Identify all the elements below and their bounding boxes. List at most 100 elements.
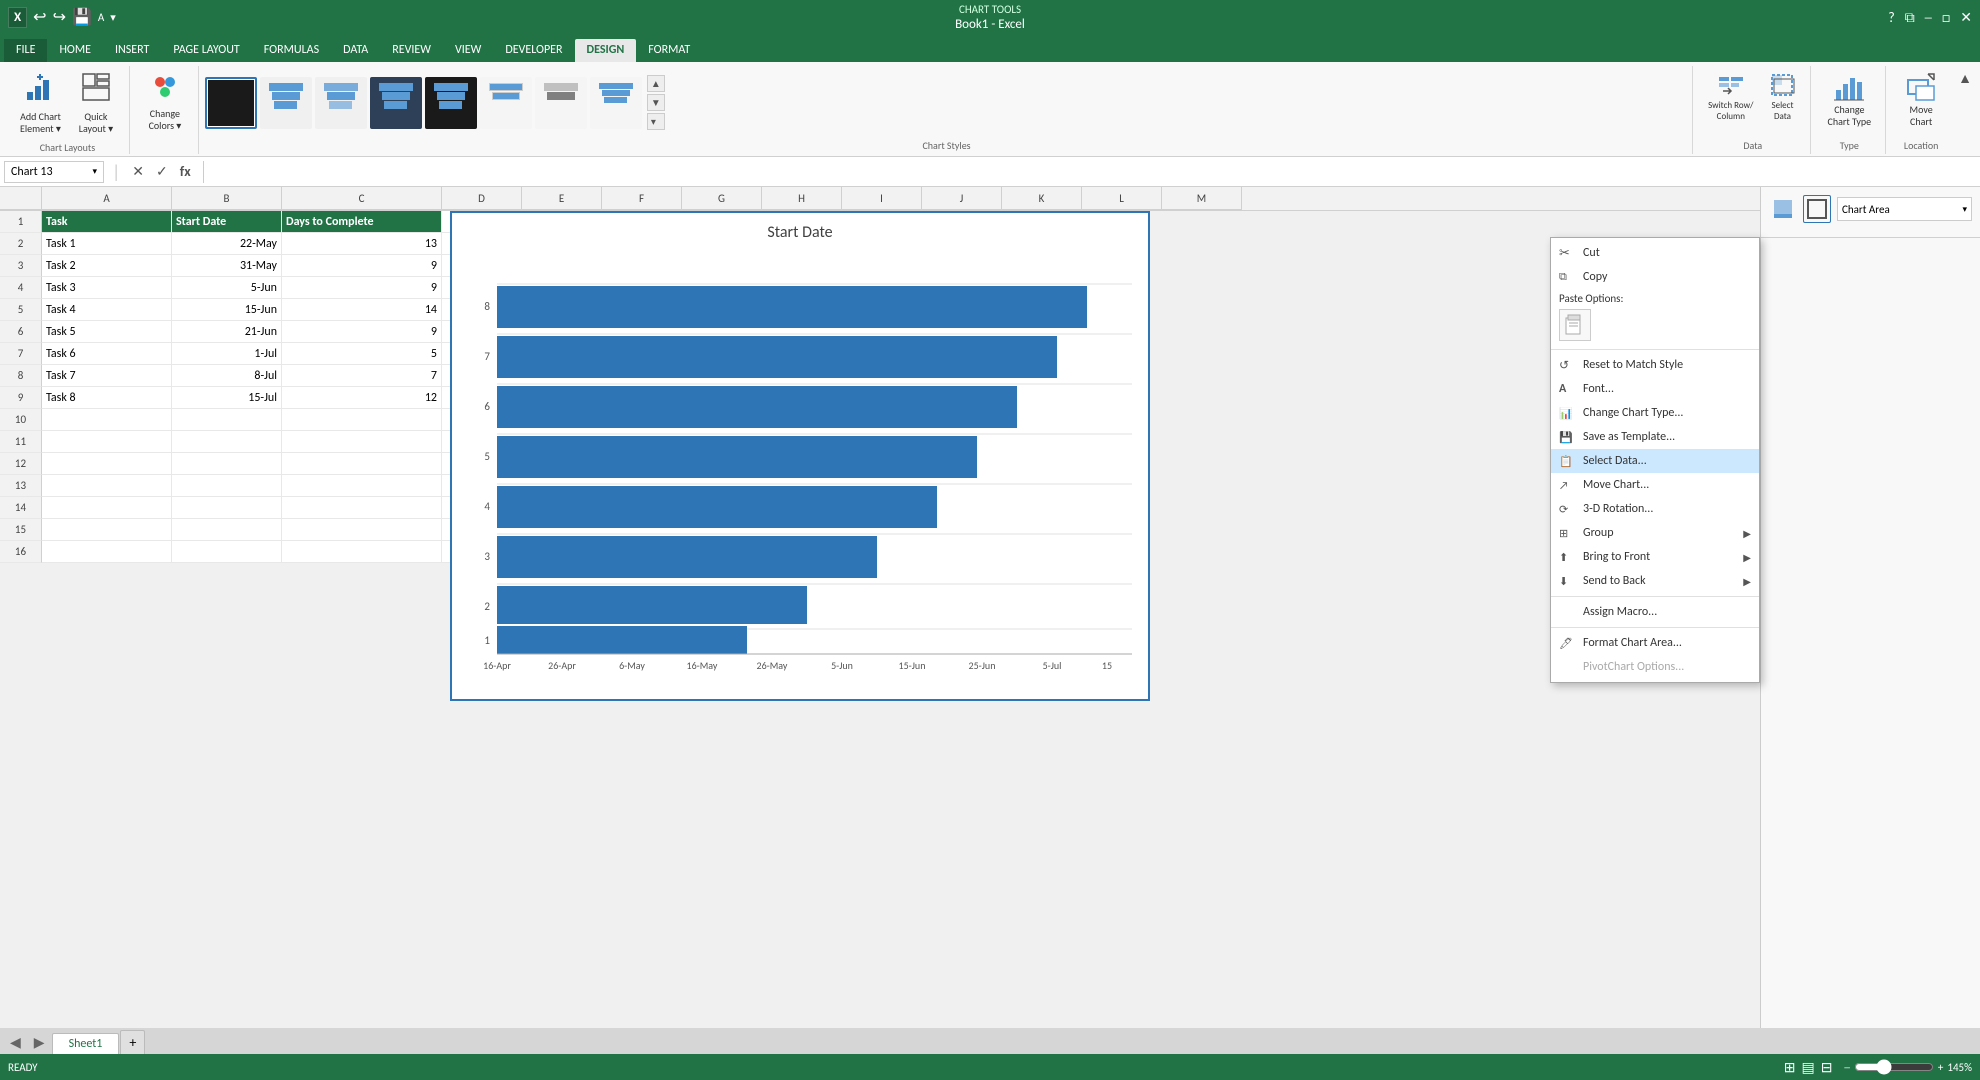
ctx-item-group[interactable]: ⊞ Group ▶ [1551,521,1759,545]
cell-c8[interactable]: 7 [282,365,442,387]
tab-view[interactable]: VIEW [443,39,493,62]
change-colors-button[interactable]: ChangeColors ▾ [140,68,190,136]
ctx-item-reset-style[interactable]: ↺ Reset to Match Style [1551,353,1759,377]
ctx-item-font[interactable]: A Font... [1551,377,1759,401]
cell-c3[interactable]: 9 [282,255,442,277]
cell-a8[interactable]: Task 7 [42,365,172,387]
col-header-b[interactable]: B [172,187,282,210]
cell-a3[interactable]: Task 2 [42,255,172,277]
ctx-item-send-to-back[interactable]: ⬇ Send to Back ▶ [1551,569,1759,593]
tab-insert[interactable]: INSERT [103,39,161,62]
row-header-4[interactable]: 4 [0,277,42,299]
cell-a7[interactable]: Task 6 [42,343,172,365]
cell-b3[interactable]: 31-May [172,255,282,277]
col-header-l[interactable]: L [1082,187,1162,210]
zoom-out-icon[interactable]: ─ [1844,1061,1850,1074]
cell-b9[interactable]: 15-Jul [172,387,282,409]
cell-c2[interactable]: 13 [282,233,442,255]
cell-a9[interactable]: Task 8 [42,387,172,409]
col-header-d[interactable]: D [442,187,522,210]
sheet-nav-left[interactable]: ◀ [4,1031,27,1054]
add-sheet-button[interactable]: + [120,1030,145,1054]
row-header-10[interactable]: 10 [0,409,42,431]
fill-icon-btn[interactable] [1769,195,1797,223]
switch-row-col-button[interactable]: Switch Row/Column [1703,68,1758,126]
col-header-m[interactable]: M [1162,187,1242,210]
normal-view-icon[interactable]: ▤ [1801,1059,1814,1076]
tab-file[interactable]: FILE [4,39,47,62]
zoom-level[interactable]: 145% [1947,1061,1972,1074]
row-header-2[interactable]: 2 [0,233,42,255]
ctx-item-copy[interactable]: ⧉ Copy [1551,265,1759,289]
ctx-item-cut[interactable]: ✂ Cut [1551,241,1759,265]
cell-c1[interactable]: Days to Complete [282,211,442,233]
row-header-6[interactable]: 6 [0,321,42,343]
page-layout-view-icon[interactable]: ⊞ [1784,1059,1796,1076]
tab-page-layout[interactable]: PAGE LAYOUT [161,39,251,62]
ctx-item-assign-macro[interactable]: Assign Macro... [1551,600,1759,624]
ctx-item-change-chart-type[interactable]: 📊 Change Chart Type... [1551,401,1759,425]
row-header-7[interactable]: 7 [0,343,42,365]
cell-b7[interactable]: 1-Jul [172,343,282,365]
tab-design[interactable]: DESIGN [575,39,637,62]
ctx-paste-icon-1[interactable] [1559,309,1591,341]
col-header-e[interactable]: E [522,187,602,210]
ctx-item-pivotchart[interactable]: PivotChart Options... [1551,655,1759,679]
insert-function-btn[interactable]: fx [176,161,195,182]
col-header-k[interactable]: K [1002,187,1082,210]
col-header-h[interactable]: H [762,187,842,210]
page-break-view-icon[interactable]: ⊟ [1821,1059,1833,1076]
tab-developer[interactable]: DEVELOPER [493,39,574,62]
zoom-slider[interactable] [1854,1059,1934,1075]
style-swatch-6[interactable] [480,77,532,129]
style-swatch-4[interactable] [370,77,422,129]
tab-formulas[interactable]: FORMULAS [252,39,331,62]
style-swatch-3[interactable] [315,77,367,129]
row-header-9[interactable]: 9 [0,387,42,409]
row-header-5[interactable]: 5 [0,299,42,321]
ribbon-collapse[interactable]: ▲ [1956,66,1974,154]
help-icon[interactable]: ? [1888,9,1895,26]
col-header-c[interactable]: C [282,187,442,210]
cell-b8[interactable]: 8-Jul [172,365,282,387]
row-header-14[interactable]: 14 [0,497,42,519]
col-header-i[interactable]: I [842,187,922,210]
style-swatch-7[interactable] [535,77,587,129]
cell-c4[interactable]: 9 [282,277,442,299]
cell-b4[interactable]: 5-Jun [172,277,282,299]
styles-scroll-more[interactable]: ▾ [647,113,665,130]
cell-a5[interactable]: Task 4 [42,299,172,321]
styles-scroll-down[interactable]: ▼ [647,94,665,111]
row-header-1[interactable]: 1 [0,211,42,233]
style-swatch-1[interactable] [205,77,257,129]
cell-b2[interactable]: 22-May [172,233,282,255]
add-chart-element-button[interactable]: Add ChartElement ▾ [14,68,67,139]
row-header-15[interactable]: 15 [0,519,42,541]
minimize-icon[interactable]: ─ [1925,9,1932,26]
cell-c6[interactable]: 9 [282,321,442,343]
tab-data[interactable]: DATA [331,39,380,62]
qat-dropdown[interactable]: ▾ [110,11,116,24]
row-header-13[interactable]: 13 [0,475,42,497]
cancel-formula-btn[interactable]: ✕ [128,161,148,182]
redo-icon[interactable]: ↪ [53,7,66,27]
style-swatch-5[interactable] [425,77,477,129]
style-swatch-8[interactable] [590,77,642,129]
tab-format[interactable]: FORMAT [636,39,702,62]
col-header-f[interactable]: F [602,187,682,210]
select-data-button[interactable]: SelectData [1762,68,1802,126]
tab-review[interactable]: REVIEW [380,39,443,62]
style-swatch-2[interactable] [260,77,312,129]
chart-container[interactable]: Start Date 8 7 6 5 4 3 2 1 [450,211,1150,701]
row-header-16[interactable]: 16 [0,541,42,563]
col-header-g[interactable]: G [682,187,762,210]
cell-a1[interactable]: Task [42,211,172,233]
save-icon[interactable]: 💾 [72,7,92,27]
close-icon[interactable]: ✕ [1960,9,1972,26]
ctx-item-bring-to-front[interactable]: ⬆ Bring to Front ▶ [1551,545,1759,569]
confirm-formula-btn[interactable]: ✓ [152,161,172,182]
sheet-tab-sheet1[interactable]: Sheet1 [52,1033,120,1054]
ctx-item-move-chart[interactable]: ↗ Move Chart... [1551,473,1759,497]
restore-icon[interactable]: ⧉ [1905,9,1915,26]
ctx-item-3d-rotation[interactable]: ⟳ 3-D Rotation... [1551,497,1759,521]
